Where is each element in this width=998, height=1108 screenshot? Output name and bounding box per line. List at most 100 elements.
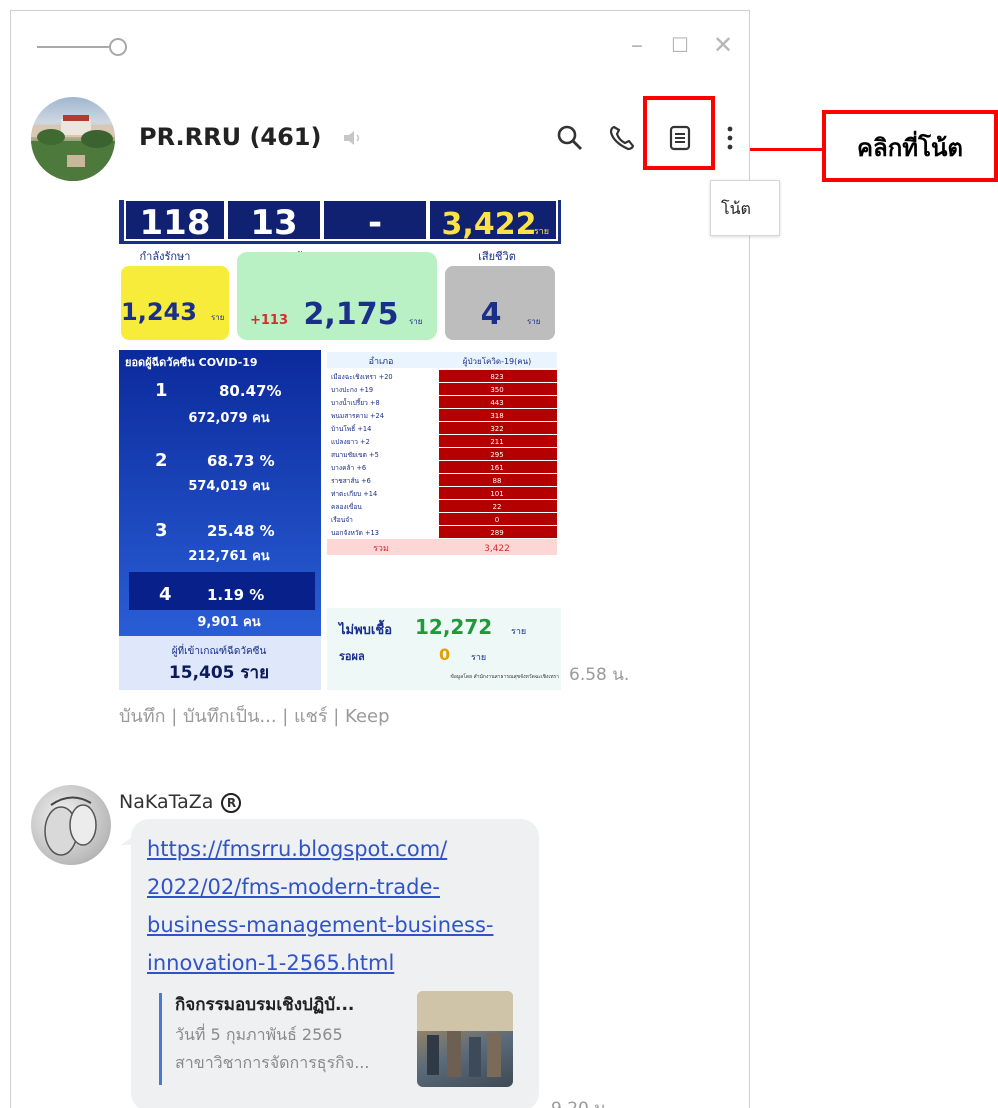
table-total-label: รวม xyxy=(373,544,389,554)
treating-count: 1,243 xyxy=(121,298,197,326)
dose-3-count: 212,761 คน xyxy=(188,549,269,564)
dose-2-pct: 68.73 % xyxy=(207,452,275,470)
label-deaths: เสียชีวิต xyxy=(478,250,516,263)
more-options-icon[interactable] xyxy=(715,123,745,153)
source-note: ข้อมูลโดย สำนักงานสาธารณสุขจังหวัดฉะเชิง… xyxy=(450,673,559,680)
top-number-3: 3,422 xyxy=(442,207,537,242)
table-row-district: คลองเขื่อน xyxy=(331,502,362,511)
registered-badge-icon: R xyxy=(221,792,242,813)
table-row-value: 22 xyxy=(493,503,502,511)
link-preview-line-1: วันที่ 5 กุมภาพันธ์ 2565 xyxy=(175,1025,343,1044)
dose-1-number: 1 xyxy=(155,380,168,401)
table-row-value: 88 xyxy=(493,477,502,485)
table-row-value: 318 xyxy=(490,412,503,420)
table-row-value: 322 xyxy=(490,425,503,433)
table-total-bg xyxy=(327,539,557,555)
dose-2-count: 574,019 คน xyxy=(188,479,269,494)
table-row-value: 0 xyxy=(495,516,499,524)
annotation-label: คลิกที่โน้ต xyxy=(857,134,963,162)
table-row-district: ราชสาส์น +6 xyxy=(331,477,371,485)
table-row-value: 161 xyxy=(490,464,503,472)
table-row-value: 295 xyxy=(490,451,503,459)
sender-name: NaKaTaZa R xyxy=(119,791,242,813)
negative-count: 12,272 xyxy=(415,615,492,639)
link-line-1[interactable]: https://fmsrru.blogspot.com/ xyxy=(147,837,447,861)
deaths-count: 4 xyxy=(481,297,502,332)
table-row-district: บางน้ำเปรี้ยว +8 xyxy=(331,398,380,407)
link-line-4[interactable]: innovation-1-2565.html xyxy=(147,951,394,975)
recovered-count: 2,175 xyxy=(304,297,399,332)
top-number-1: 13 xyxy=(250,203,297,243)
covid-infographic-image[interactable]: 118 13 - 3,422 ราย กำลังรักษา รักษาหาย เ… xyxy=(119,200,561,690)
table-row-value: 101 xyxy=(490,490,503,498)
note-tooltip: โน้ต xyxy=(710,180,780,236)
mute-icon xyxy=(344,131,360,145)
table-row-district: บางคล้า +6 xyxy=(331,464,366,472)
recovered-plus: +113 xyxy=(250,313,288,328)
table-row-district: นอกจังหวัด +13 xyxy=(331,529,379,537)
message-1-time: 6.58 น. xyxy=(569,665,630,685)
pin-icon[interactable] xyxy=(37,37,129,57)
call-icon[interactable] xyxy=(607,123,637,153)
table-header-0: อำเภอ xyxy=(369,356,394,367)
note-highlight-box xyxy=(643,96,715,170)
pending-count: 0 xyxy=(439,645,450,664)
sender-name-text: NaKaTaZa xyxy=(119,791,214,813)
vaccine-title: ยอดผู้ฉีดวัคซีน COVID-19 xyxy=(125,356,258,370)
eligible-label: ผู้ที่เข้าเกณฑ์ฉีดวัคซีน xyxy=(172,643,267,657)
chat-window: – ☐ ✕ PR.RRU (461) 118 13 - 3,422 ราย กำ… xyxy=(10,10,750,1108)
note-tooltip-label: โน้ต xyxy=(721,199,751,218)
table-row-district: ท่าตะเกียบ +14 xyxy=(331,490,377,498)
link-preview-bar xyxy=(159,993,162,1085)
dose-4-pct: 1.19 % xyxy=(207,586,264,604)
table-row-value: 823 xyxy=(490,373,503,381)
table-row-value: 350 xyxy=(490,386,503,394)
table-total-value: 3,422 xyxy=(484,544,510,554)
table-row-district: แปลงยาว +2 xyxy=(331,438,370,446)
search-icon[interactable] xyxy=(555,123,585,153)
close-icon[interactable]: ✕ xyxy=(713,31,733,59)
link-preview-title[interactable]: กิจกรรมอบรมเชิงปฏิบั... xyxy=(175,991,354,1018)
pending-label: รอผล xyxy=(339,650,365,663)
table-row-district: บางปะกง +19 xyxy=(331,386,373,394)
message-2-time: 9.20 น. xyxy=(551,1095,611,1108)
maximize-icon[interactable]: ☐ xyxy=(671,33,689,57)
minimize-icon[interactable]: – xyxy=(631,31,643,59)
link-line-3[interactable]: business-management-business- xyxy=(147,913,493,937)
link-preview-thumbnail[interactable] xyxy=(417,991,513,1087)
dose-4-number: 4 xyxy=(159,584,172,605)
table-row-district: สนามชัยเขต +5 xyxy=(331,451,379,459)
dose-4-count: 9,901 คน xyxy=(197,615,260,630)
dose-3-number: 3 xyxy=(155,520,168,541)
top-number-2: - xyxy=(368,203,382,243)
dose-3-pct: 25.48 % xyxy=(207,522,275,540)
label-treating: กำลังรักษา xyxy=(140,250,191,263)
dose-1-pct: 80.47% xyxy=(219,382,281,400)
chat-title[interactable]: PR.RRU (461) xyxy=(139,123,321,151)
image-actions[interactable]: บันทึก | บันทึกเป็น... | แชร์ | Keep xyxy=(119,701,390,730)
link-line-2[interactable]: 2022/02/fms-modern-trade- xyxy=(147,875,440,899)
group-avatar[interactable] xyxy=(31,97,115,181)
negative-unit: ราย xyxy=(511,627,526,637)
treating-unit: ราย xyxy=(211,313,224,322)
table-row-district: เรือนจำ xyxy=(331,516,353,524)
dose-1-count: 672,079 คน xyxy=(188,411,269,426)
table-row-value: 289 xyxy=(490,529,503,537)
top-number-0: 118 xyxy=(140,203,211,243)
table-row-value: 211 xyxy=(490,438,503,446)
deaths-unit: ราย xyxy=(527,317,540,326)
sender-avatar[interactable] xyxy=(31,785,111,865)
link-preview-line-2: สาขาวิชาการจัดการธุรกิจ... xyxy=(175,1053,370,1072)
table-header-1: ผู้ป่วยโควิด-19(คน) xyxy=(463,356,531,367)
dose-2-number: 2 xyxy=(155,450,168,471)
chat-header: PR.RRU (461) xyxy=(11,81,749,191)
table-row-value: 443 xyxy=(490,399,503,407)
table-row-district: เมืองฉะเชิงเทรา +20 xyxy=(331,373,393,381)
district-table: อำเภอ ผู้ป่วยโควิด-19(คน) เมืองฉะเชิงเทรา … xyxy=(327,352,557,555)
pending-unit: ราย xyxy=(471,653,486,663)
table-row-district: พนมสารคาม +24 xyxy=(331,412,384,420)
table-row-district: บ้านโพธิ์ +14 xyxy=(331,424,371,433)
recovered-unit: ราย xyxy=(409,317,422,326)
top-unit: ราย xyxy=(534,227,549,237)
eligible-count: 15,405 ราย xyxy=(169,663,269,683)
